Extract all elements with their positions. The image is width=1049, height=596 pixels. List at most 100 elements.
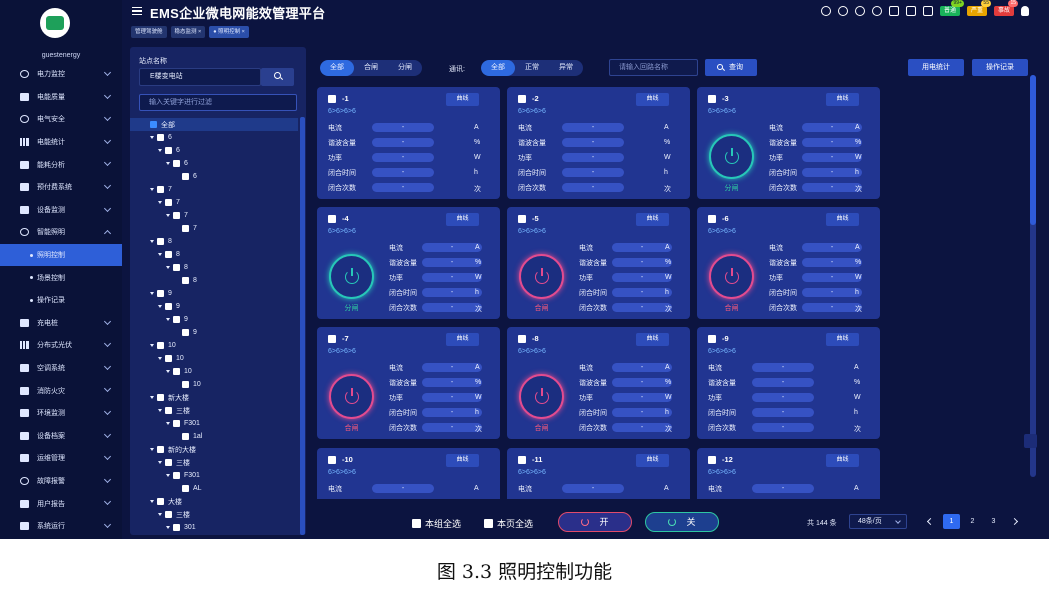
sidebar-item-consumption-analysis[interactable]: 能耗分析 bbox=[0, 153, 122, 176]
sidebar-item-device-archive[interactable]: 设备档案 bbox=[0, 425, 122, 448]
curve-button[interactable]: 曲线 bbox=[826, 93, 859, 106]
usage-stats-button[interactable]: 用电统计 bbox=[908, 59, 964, 76]
tree-node[interactable]: 8 bbox=[130, 248, 298, 261]
refresh-icon[interactable] bbox=[871, 6, 882, 16]
curve-button[interactable]: 曲线 bbox=[636, 93, 669, 106]
tree-node[interactable]: 7 bbox=[130, 222, 298, 235]
page-size-select[interactable]: 48条/页 bbox=[849, 514, 907, 529]
tree-checkbox[interactable] bbox=[173, 264, 180, 271]
sidebar-item-user-report[interactable]: 用户报告 bbox=[0, 492, 122, 515]
station-search-button[interactable] bbox=[261, 68, 294, 86]
sidebar-item-fire[interactable]: 消防火灾 bbox=[0, 379, 122, 402]
tree-checkbox[interactable] bbox=[157, 238, 164, 245]
github-icon[interactable] bbox=[820, 6, 831, 16]
tree-scrollbar[interactable] bbox=[300, 117, 305, 535]
card-checkbox[interactable] bbox=[328, 334, 336, 343]
tree-checkbox[interactable] bbox=[157, 290, 164, 297]
tree-node[interactable]: 6 bbox=[130, 131, 298, 144]
card-checkbox[interactable] bbox=[518, 455, 526, 464]
caret-down-icon[interactable] bbox=[166, 474, 170, 477]
sidebar-item-operation-log[interactable]: 操作记录 bbox=[0, 289, 122, 312]
sidebar-item-hvac[interactable]: 空调系统 bbox=[0, 357, 122, 380]
tree-checkbox[interactable] bbox=[165, 147, 172, 154]
tree-checkbox[interactable] bbox=[173, 212, 180, 219]
power-toggle-button[interactable] bbox=[519, 254, 564, 299]
card-checkbox[interactable] bbox=[708, 214, 716, 223]
sidebar-item-device-monitor[interactable]: 设备监测 bbox=[0, 199, 122, 222]
operation-log-button[interactable]: 操作记录 bbox=[972, 59, 1028, 76]
tree-checkbox[interactable] bbox=[165, 251, 172, 258]
tree-checkbox[interactable] bbox=[182, 433, 189, 440]
tree-checkbox[interactable] bbox=[165, 459, 172, 466]
image-icon[interactable] bbox=[905, 6, 916, 16]
power-toggle-button[interactable] bbox=[709, 134, 754, 179]
tree-node[interactable]: 7 bbox=[130, 209, 298, 222]
tree-checkbox[interactable] bbox=[157, 134, 164, 141]
tab-steady-monitor[interactable]: 稳态监测 × bbox=[170, 26, 206, 38]
tree-node[interactable]: 大楼 bbox=[130, 495, 298, 508]
caret-down-icon[interactable] bbox=[150, 240, 154, 243]
sidebar-item-prepaid[interactable]: 预付费系统 bbox=[0, 176, 122, 199]
fullscreen-icon[interactable] bbox=[888, 6, 899, 16]
caret-down-icon[interactable] bbox=[166, 214, 170, 217]
tab-lighting-control[interactable]: ● 照明控制 × bbox=[209, 26, 249, 38]
settings-handle-icon[interactable] bbox=[1024, 434, 1037, 448]
tab-mode-open[interactable]: 分闸 bbox=[388, 60, 422, 76]
tab-mode-closed[interactable]: 合闸 bbox=[354, 60, 388, 76]
tree-filter-input[interactable]: 输入关键字进行过滤 bbox=[139, 94, 297, 111]
caret-down-icon[interactable] bbox=[150, 448, 154, 451]
power-toggle-button[interactable] bbox=[519, 374, 564, 419]
caret-down-icon[interactable] bbox=[150, 396, 154, 399]
tree-checkbox[interactable] bbox=[182, 485, 189, 492]
caret-down-icon[interactable] bbox=[158, 149, 162, 152]
tree-node[interactable]: 8 bbox=[130, 274, 298, 287]
next-page-icon[interactable] bbox=[1010, 517, 1019, 526]
sidebar-item-environment[interactable]: 环境监测 bbox=[0, 402, 122, 425]
tab-dashboard[interactable]: 管理驾驶舱 bbox=[131, 26, 167, 38]
switch-off-button[interactable]: 关 bbox=[645, 512, 719, 532]
sidebar-item-power-monitor[interactable]: 电力监控 bbox=[0, 63, 122, 86]
card-checkbox[interactable] bbox=[708, 94, 716, 103]
tree-node[interactable]: 10 bbox=[130, 365, 298, 378]
switch-on-button[interactable]: 开 bbox=[558, 512, 632, 532]
curve-button[interactable]: 曲线 bbox=[446, 93, 479, 106]
shirt-icon[interactable] bbox=[922, 6, 933, 16]
tree-node[interactable]: 7 bbox=[130, 183, 298, 196]
tree-node[interactable]: 8 bbox=[130, 261, 298, 274]
sidebar-item-power-quality[interactable]: 电能质量 bbox=[0, 86, 122, 109]
tree-node[interactable]: 6 bbox=[130, 170, 298, 183]
card-checkbox[interactable] bbox=[328, 214, 336, 223]
caret-down-icon[interactable] bbox=[158, 357, 162, 360]
tree-checkbox[interactable] bbox=[182, 225, 189, 232]
main-scrollbar[interactable] bbox=[1030, 75, 1036, 477]
prev-page-icon[interactable] bbox=[926, 517, 935, 526]
tree-node[interactable]: 新大楼 bbox=[130, 391, 298, 404]
tab-mode-all[interactable]: 全部 bbox=[320, 60, 354, 76]
caret-down-icon[interactable] bbox=[158, 305, 162, 308]
card-checkbox[interactable] bbox=[518, 214, 526, 223]
search-icon[interactable] bbox=[837, 6, 848, 16]
tree-node[interactable]: 301 bbox=[130, 521, 298, 534]
sidebar-item-system-ops[interactable]: 系统运行 bbox=[0, 515, 122, 538]
tree-node[interactable]: 9 bbox=[130, 313, 298, 326]
card-checkbox[interactable] bbox=[518, 334, 526, 343]
tree-node[interactable]: 新的大楼 bbox=[130, 443, 298, 456]
tree-checkbox[interactable] bbox=[182, 329, 189, 336]
caret-down-icon[interactable] bbox=[150, 188, 154, 191]
caret-down-icon[interactable] bbox=[158, 409, 162, 412]
page-1[interactable]: 1 bbox=[943, 514, 960, 529]
tree-node[interactable]: 10 bbox=[130, 352, 298, 365]
tree-node[interactable]: 三楼 bbox=[130, 456, 298, 469]
sidebar-item-energy-stats[interactable]: 电能统计 bbox=[0, 131, 122, 154]
caret-down-icon[interactable] bbox=[166, 162, 170, 165]
tree-node[interactable]: 1al bbox=[130, 430, 298, 443]
query-button[interactable]: 查询 bbox=[705, 59, 757, 76]
card-checkbox[interactable] bbox=[328, 94, 336, 103]
sidebar-item-electric-safety[interactable]: 电气安全 bbox=[0, 108, 122, 131]
mute-icon[interactable] bbox=[854, 6, 865, 16]
sidebar-item-fault-alarm[interactable]: 故障报警 bbox=[0, 470, 122, 493]
curve-button[interactable]: 曲线 bbox=[636, 333, 669, 346]
tree-node[interactable]: 全部 bbox=[130, 118, 298, 131]
card-checkbox[interactable] bbox=[708, 334, 716, 343]
power-toggle-button[interactable] bbox=[329, 254, 374, 299]
